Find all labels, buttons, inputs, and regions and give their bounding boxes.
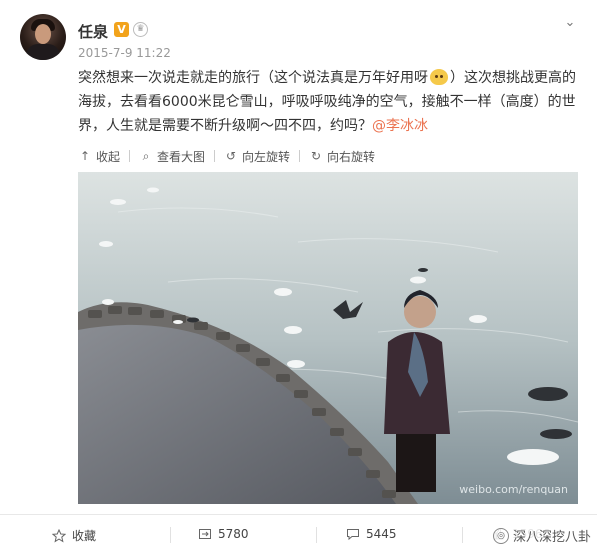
avatar[interactable] [20,14,66,60]
action-divider [316,527,317,543]
post-text-part1: 突然想来一次说走就走的旅行（这个说法真是万年好用呀 [78,70,428,86]
view-large-button[interactable]: ⌕ 查看大图 [139,148,205,165]
repost-icon [199,529,211,539]
collapse-button[interactable]: ↑ 收起 [78,148,120,165]
post-photo[interactable]: weibo.com/renquan [78,172,578,504]
collapse-label: 收起 [96,149,121,164]
favorite-button[interactable]: 收藏 [52,527,96,544]
lake-swans-scene [78,172,578,504]
rotate-left-button[interactable]: ↺ 向左旋转 [224,148,290,165]
mention-link[interactable]: @李冰冰 [372,118,428,134]
comment-count: 5445 [366,527,397,541]
comment-icon [347,529,359,541]
magnifier-icon: ⌕ [142,148,150,163]
rotate-right-icon: ↻ [311,149,322,163]
rotate-left-icon: ↺ [226,149,237,163]
rotate-right-label: 向右旋转 [327,149,376,164]
member-crown-icon: ♛ [133,22,148,37]
star-icon [52,528,66,542]
repost-count: 5780 [218,527,249,541]
favorite-label: 收藏 [72,529,97,543]
photo-watermark: weibo.com/renquan [459,483,568,496]
brand-logo-icon: ◎ [493,527,509,544]
chevron-down-icon[interactable]: ⌄ [562,16,578,30]
action-divider [170,527,171,543]
rotate-right-button[interactable]: ↻ 向右旋转 [309,148,375,165]
toolbar-divider [129,150,131,162]
action-divider [462,527,463,543]
repost-button[interactable]: 5780 [198,527,249,541]
comment-button[interactable]: 5445 [346,527,397,541]
brand-label: 深八深挖八卦 [513,530,592,545]
cat-emoji-icon [430,69,448,85]
arrow-up-icon: ↑ [79,149,91,163]
toolbar-divider [214,150,216,162]
user-name[interactable]: 任泉 [78,21,108,42]
verified-badge-icon: V [114,22,129,37]
action-bar: 收藏 5780 5445 15966 ◎ 深八深挖八卦 [0,514,597,552]
post-timestamp[interactable]: 2015-7-9 11:22 [78,46,171,60]
image-toolbar: ↑ 收起 ⌕ 查看大图 ↺ 向左旋转 ↻ 向右旋转 [78,145,375,167]
view-large-label: 查看大图 [157,149,206,164]
brand-watermark: ◎ 深八深挖八卦 [490,525,595,546]
post-text: 突然想来一次说走就走的旅行（这个说法真是万年好用呀 ）这次想挑战更高的海拔，去看看… [78,66,578,138]
toolbar-divider [299,150,301,162]
weibo-post-card: 任泉 V ♛ 2015-7-9 11:22 ⌄ 突然想来一次说走就走的旅行（这个… [0,0,597,552]
rotate-left-label: 向左旋转 [242,149,291,164]
